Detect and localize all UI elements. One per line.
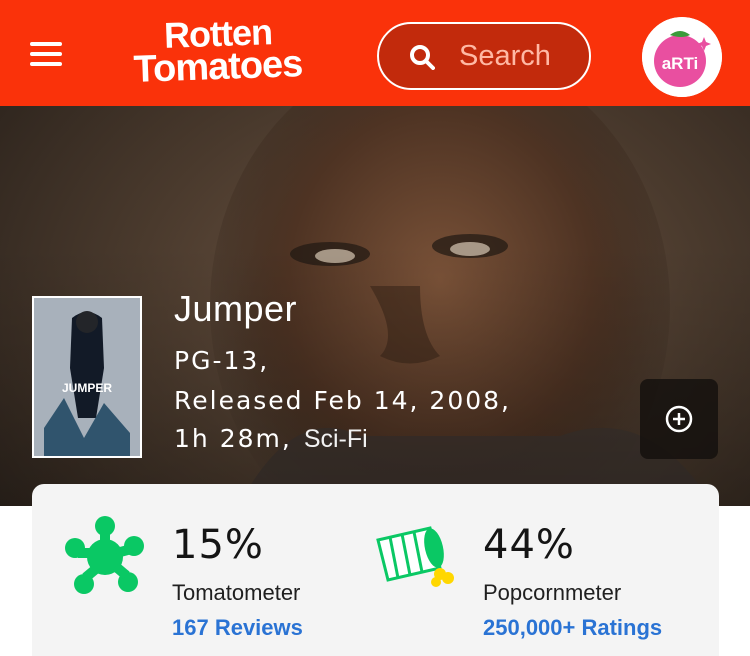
tomatometer-reviews-link[interactable]: 167 Reviews bbox=[172, 615, 303, 641]
movie-title: Jumper bbox=[174, 288, 298, 329]
user-avatar[interactable]: aRTi bbox=[642, 17, 722, 97]
green-splat-icon bbox=[65, 516, 144, 594]
tipped-popcorn-bucket-icon bbox=[376, 526, 454, 587]
logo-line-2: Tomatoes bbox=[132, 43, 304, 92]
rotten-tomatoes-logo[interactable]: Rotten Tomatoes bbox=[108, 11, 328, 92]
search-input[interactable] bbox=[459, 38, 579, 74]
movie-rating: PG-13, bbox=[174, 346, 270, 375]
movie-runtime: 1h 28m, bbox=[174, 424, 292, 453]
search-box[interactable] bbox=[377, 22, 591, 90]
add-to-watchlist-button[interactable] bbox=[640, 379, 718, 459]
movie-poster[interactable]: JUMPER bbox=[32, 296, 142, 458]
site-header: Rotten Tomatoes aRTi bbox=[0, 0, 750, 106]
plus-circle-icon bbox=[665, 405, 693, 433]
tomatometer-label: Tomatometer bbox=[172, 580, 301, 605]
popcornmeter-label: Popcornmeter bbox=[483, 580, 622, 605]
avatar-text: aRTi bbox=[662, 54, 699, 73]
movie-release-date: Released Feb 14, 2008, bbox=[174, 386, 511, 415]
movie-runtime-genre: 1h 28m, Sci-Fi bbox=[174, 424, 368, 454]
movie-genre: Sci-Fi bbox=[303, 425, 368, 453]
poster-title: JUMPER bbox=[62, 381, 112, 395]
popcornmeter-score: 44% bbox=[483, 522, 575, 568]
menu-icon[interactable] bbox=[30, 42, 62, 66]
tomatometer-score: 15% bbox=[172, 522, 264, 568]
poster-image: JUMPER bbox=[34, 298, 140, 456]
popcornmeter-ratings-link[interactable]: 250,000+ Ratings bbox=[483, 615, 662, 641]
search-icon[interactable] bbox=[409, 44, 435, 70]
avatar-icon: aRTi bbox=[642, 17, 722, 97]
